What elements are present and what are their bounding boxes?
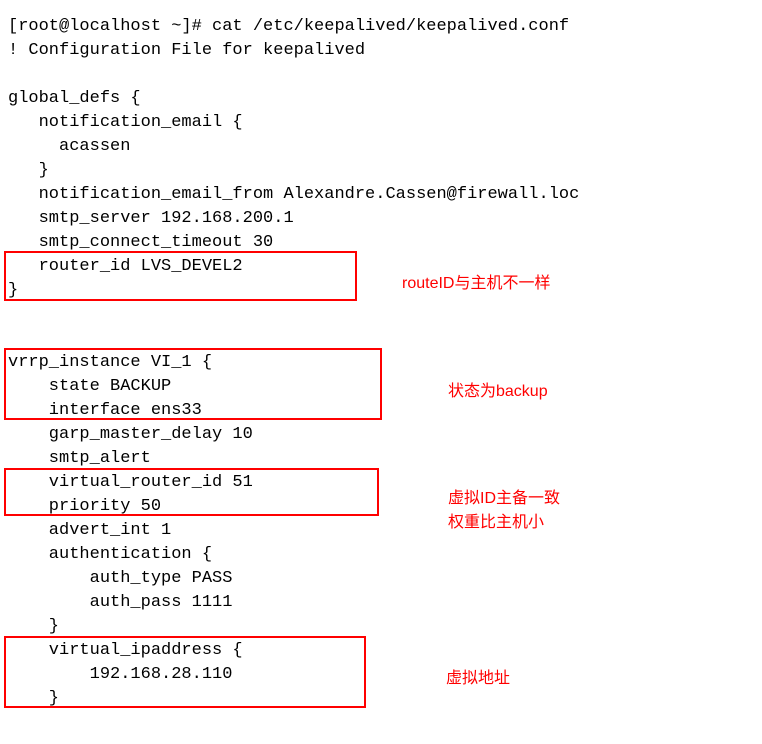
config-line: garp_master_delay 10 [8,423,762,447]
config-line: } [8,687,762,711]
config-line: acassen [8,135,762,159]
config-line: vrrp_instance VI_1 { [8,351,762,375]
config-line: notification_email { [8,111,762,135]
config-line: state BACKUP [8,375,762,399]
config-line: } [8,159,762,183]
annotation-state-backup: 状态为backup [448,380,548,404]
config-line: notification_email_from Alexandre.Cassen… [8,183,762,207]
config-line [8,327,762,351]
annotation-route-id: routeID与主机不一样 [402,272,550,296]
config-line: ! Configuration File for keepalived [8,39,762,63]
config-line: smtp_connect_timeout 30 [8,231,762,255]
config-line: 192.168.28.110 [8,663,762,687]
config-line: virtual_ipaddress { [8,639,762,663]
config-line: virtual_router_id 51 [8,471,762,495]
config-line [8,303,762,327]
config-line: advert_int 1 [8,519,762,543]
annotation-virtual-id-line1: 虚拟ID主备一致 [448,487,560,511]
config-line: global_defs { [8,87,762,111]
config-line [8,63,762,87]
config-line: smtp_alert [8,447,762,471]
config-line: auth_pass 1111 [8,591,762,615]
config-line: authentication { [8,543,762,567]
config-line: smtp_server 192.168.200.1 [8,207,762,231]
annotation-virtual-address: 虚拟地址 [446,667,510,691]
config-line: } [8,615,762,639]
config-line: interface ens33 [8,399,762,423]
annotation-virtual-id-line2: 权重比主机小 [448,511,544,535]
config-line: auth_type PASS [8,567,762,591]
config-line: [root@localhost ~]# cat /etc/keepalived/… [8,15,762,39]
config-line: router_id LVS_DEVEL2 [8,255,762,279]
config-line: } [8,279,762,303]
config-line: priority 50 [8,495,762,519]
